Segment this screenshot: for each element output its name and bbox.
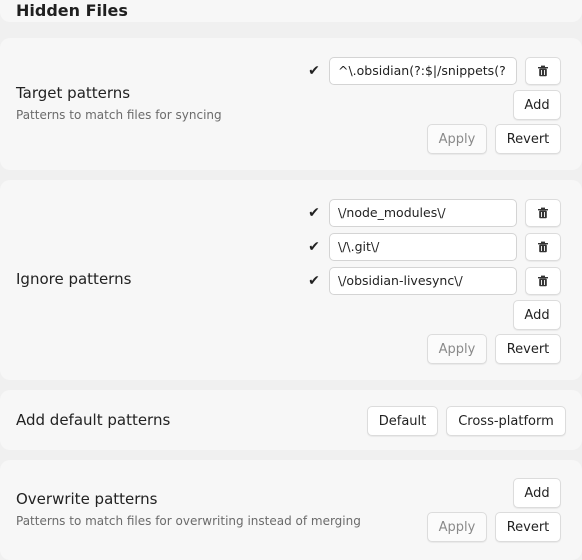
revert-ignore-button[interactable]: Revert bbox=[495, 334, 561, 364]
default-patterns-setting: Add default patterns Default Cross-platf… bbox=[0, 390, 582, 450]
trash-icon bbox=[538, 65, 548, 77]
section-title: Hidden Files bbox=[16, 1, 128, 20]
apply-target-button[interactable]: Apply bbox=[427, 124, 487, 154]
overwrite-patterns-label: Overwrite patterns bbox=[16, 490, 158, 508]
section-header: Hidden Files bbox=[0, 0, 582, 22]
apply-overwrite-button[interactable]: Apply bbox=[427, 512, 487, 542]
ignore-patterns-setting: Ignore patterns ✔ \/node_modules\/ ✔ \/\… bbox=[0, 180, 582, 380]
ignore-pattern-input[interactable]: \/\.git\/ bbox=[329, 233, 517, 261]
add-overwrite-pattern-button[interactable]: Add bbox=[513, 478, 561, 508]
checkmark-icon[interactable]: ✔ bbox=[307, 273, 321, 289]
target-patterns-setting: Target patterns Patterns to match files … bbox=[0, 38, 582, 170]
revert-overwrite-button[interactable]: Revert bbox=[495, 512, 561, 542]
add-ignore-pattern-button[interactable]: Add bbox=[513, 300, 561, 330]
delete-pattern-button[interactable] bbox=[525, 57, 561, 85]
ignore-pattern-input[interactable]: \/obsidian-livesync\/ bbox=[329, 267, 517, 295]
overwrite-patterns-description: Patterns to match files for overwriting … bbox=[16, 514, 361, 528]
delete-pattern-button[interactable] bbox=[525, 233, 561, 261]
trash-icon bbox=[538, 241, 548, 253]
delete-pattern-button[interactable] bbox=[525, 267, 561, 295]
default-patterns-label: Add default patterns bbox=[16, 411, 171, 429]
add-target-pattern-button[interactable]: Add bbox=[513, 90, 561, 120]
checkmark-icon[interactable]: ✔ bbox=[307, 239, 321, 255]
ignore-pattern-input[interactable]: \/node_modules\/ bbox=[329, 199, 517, 227]
target-patterns-description: Patterns to match files for syncing bbox=[16, 108, 222, 122]
delete-pattern-button[interactable] bbox=[525, 199, 561, 227]
revert-target-button[interactable]: Revert bbox=[495, 124, 561, 154]
overwrite-patterns-setting: Overwrite patterns Patterns to match fil… bbox=[0, 460, 582, 560]
checkmark-icon[interactable]: ✔ bbox=[307, 205, 321, 221]
default-button[interactable]: Default bbox=[367, 406, 438, 436]
cross-platform-button[interactable]: Cross-platform bbox=[446, 406, 566, 436]
trash-icon bbox=[538, 207, 548, 219]
apply-ignore-button[interactable]: Apply bbox=[427, 334, 487, 364]
target-patterns-label: Target patterns bbox=[16, 84, 131, 102]
target-pattern-input[interactable]: ^\.obsidian(?:$|/snippets(? bbox=[329, 57, 517, 85]
trash-icon bbox=[538, 275, 548, 287]
checkmark-icon[interactable]: ✔ bbox=[307, 63, 321, 79]
ignore-patterns-label: Ignore patterns bbox=[16, 270, 132, 288]
